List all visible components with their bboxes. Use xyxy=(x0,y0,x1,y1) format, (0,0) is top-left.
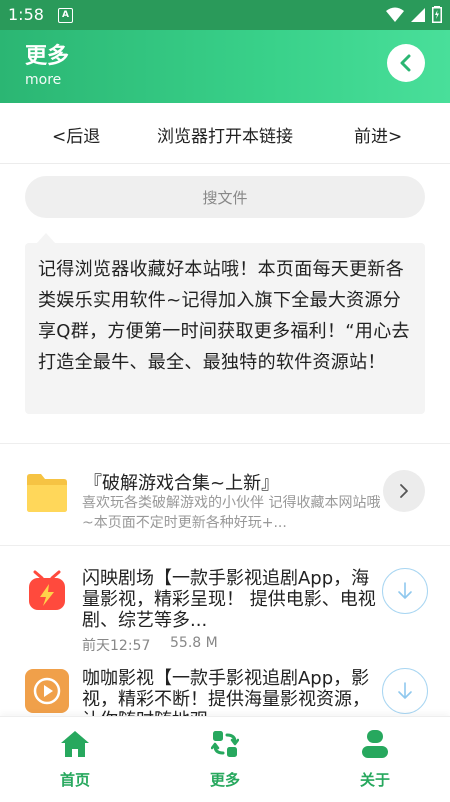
system-icons xyxy=(386,6,442,23)
wifi-icon xyxy=(386,7,404,22)
tab-label: 首页 xyxy=(59,771,90,789)
app-header: 更多 more xyxy=(0,30,450,103)
divider xyxy=(0,443,450,444)
home-icon xyxy=(61,731,89,757)
open-folder-button[interactable] xyxy=(383,470,425,512)
download-button[interactable] xyxy=(382,668,428,714)
app-icon-kaka xyxy=(25,669,69,713)
chevron-left-icon xyxy=(400,54,411,72)
notice-bubble: 记得浏览器收藏好本站哦！本页面每天更新各类娱乐实用软件~记得加入旗下全最大资源分… xyxy=(25,233,425,414)
file-size: 55.8 M xyxy=(170,635,218,651)
file-item[interactable]: 咖咖影视【一款手影视追剧App，影视，精彩不断！提供海量影视资源，让你随时随地观 xyxy=(0,665,450,731)
status-bar: 1:58 A xyxy=(0,0,450,30)
download-icon xyxy=(398,582,412,599)
tab-label: 更多 xyxy=(209,771,240,789)
signal-icon xyxy=(411,7,425,22)
file-date: 前天12:57 xyxy=(82,638,151,654)
divider xyxy=(0,545,450,546)
folder-item[interactable]: 『破解游戏合集~上新』 喜欢玩各类破解游戏的小伙伴 记得收藏本网站哦~本页面不定… xyxy=(0,455,450,540)
folder-icon xyxy=(27,474,67,512)
bottom-tab-bar: 首页 更多 关于 xyxy=(0,716,450,802)
tab-home[interactable]: 首页 xyxy=(35,727,115,790)
folder-title: 『破解游戏合集~上新』 xyxy=(84,473,280,494)
file-title: 闪映剧场【一款手影视追剧App，海量影视，精彩呈现！ 提供电影、电视剧、综艺等多… xyxy=(82,568,376,631)
page-subtitle: more xyxy=(25,72,62,88)
search-input[interactable]: 搜文件 xyxy=(25,176,425,218)
nav-back-link[interactable]: <后退 xyxy=(52,122,100,147)
browser-nav-bar: <后退 浏览器打开本链接 前进> xyxy=(0,103,450,164)
file-item[interactable]: 闪映剧场【一款手影视追剧App，海量影视，精彩呈现！ 提供电影、电视剧、综艺等多… xyxy=(0,560,450,655)
download-button[interactable] xyxy=(382,568,428,614)
status-time: 1:58 xyxy=(8,5,44,24)
page-title: 更多 xyxy=(25,44,70,69)
sim-icon: A xyxy=(58,8,73,23)
nav-forward-link[interactable]: 前进> xyxy=(354,122,402,147)
more-icon xyxy=(211,731,239,757)
tab-more[interactable]: 更多 xyxy=(185,727,265,790)
battery-icon xyxy=(432,6,442,23)
tab-label: 关于 xyxy=(359,771,390,789)
download-icon xyxy=(398,682,412,699)
search-placeholder: 搜文件 xyxy=(202,188,248,207)
chevron-right-icon xyxy=(400,484,408,498)
tab-about[interactable]: 关于 xyxy=(335,727,415,790)
user-icon xyxy=(362,730,388,758)
folder-description: 喜欢玩各类破解游戏的小伙伴 记得收藏本网站哦~本页面不定时更新各种好玩+... xyxy=(82,495,381,531)
notice-text: 记得浏览器收藏好本站哦！本页面每天更新各类娱乐实用软件~记得加入旗下全最大资源分… xyxy=(38,259,410,373)
open-in-browser-link[interactable]: 浏览器打开本链接 xyxy=(157,122,293,147)
back-button[interactable] xyxy=(387,44,425,82)
app-icon-shanying xyxy=(25,570,69,614)
